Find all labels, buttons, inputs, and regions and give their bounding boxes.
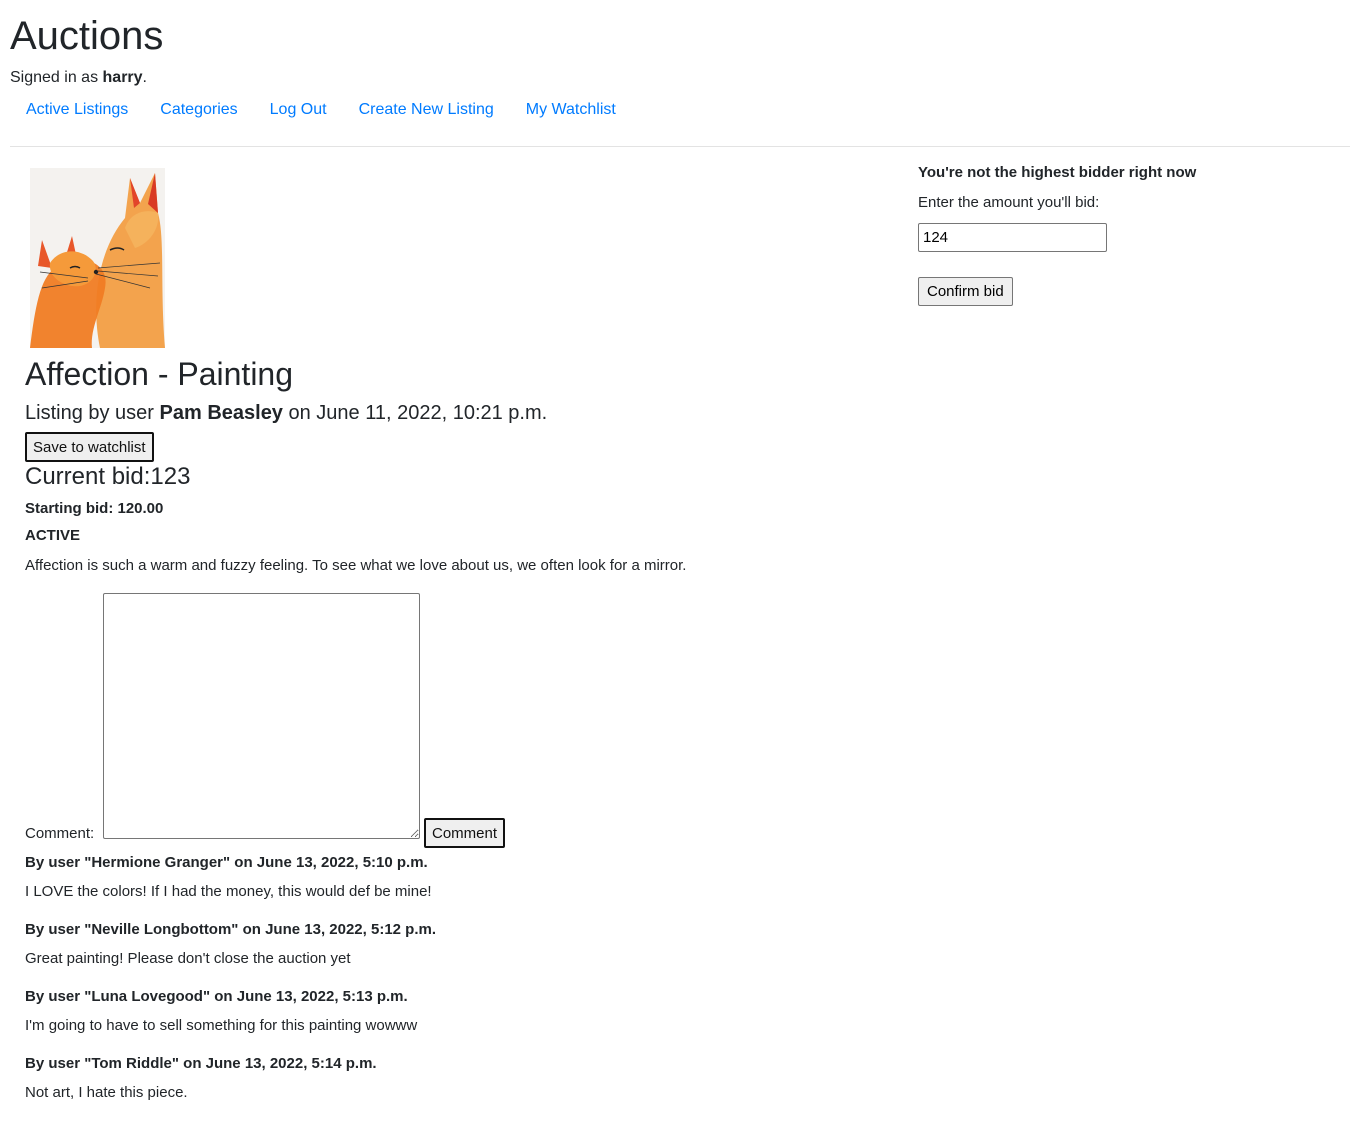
nav-create-listing[interactable]: Create New Listing bbox=[343, 100, 510, 120]
comment-date: on June 13, 2022, 5:10 p.m. bbox=[230, 854, 428, 871]
signed-in-suffix: . bbox=[142, 69, 147, 86]
listing-title: Affection - Painting bbox=[25, 356, 294, 392]
comment-text: Not art, I hate this piece. bbox=[25, 1084, 188, 1101]
comment-item: By user "Tom Riddle" on June 13, 2022, 5… bbox=[25, 1054, 825, 1103]
nav-active-listings[interactable]: Active Listings bbox=[10, 100, 144, 120]
comment-user: "Tom Riddle" bbox=[84, 1055, 179, 1072]
nav-my-watchlist[interactable]: My Watchlist bbox=[510, 100, 632, 120]
nav-log-out[interactable]: Log Out bbox=[254, 100, 343, 120]
listing-author: Pam Beasley bbox=[159, 402, 283, 424]
comment-date: on June 13, 2022, 5:14 p.m. bbox=[178, 1055, 377, 1072]
comment-user: "Luna Lovegood" bbox=[84, 988, 211, 1005]
comment-text: Great painting! Please don't close the a… bbox=[25, 950, 351, 967]
comment-date: on June 13, 2022, 5:13 p.m. bbox=[210, 988, 408, 1005]
listing-status: ACTIVE bbox=[25, 527, 81, 544]
listing-image bbox=[30, 168, 165, 348]
comment-text: I'm going to have to sell something for … bbox=[25, 1017, 418, 1034]
listing-date: on June 11, 2022, 10:21 p.m. bbox=[282, 402, 548, 424]
comment-date: on June 13, 2022, 5:12 p.m. bbox=[238, 921, 437, 938]
nav-categories[interactable]: Categories bbox=[144, 100, 253, 120]
signed-in-status: Signed in as harry. bbox=[10, 68, 147, 88]
main-nav: Active Listings Categories Log Out Creat… bbox=[10, 100, 632, 120]
comment-header: By user "Tom Riddle" on June 13, 2022, 5… bbox=[25, 1054, 825, 1074]
comment-header: By user "Hermione Granger" on June 13, 2… bbox=[25, 853, 825, 873]
bid-amount-label: Enter the amount you'll bid: bbox=[918, 194, 1100, 211]
comment-item: By user "Luna Lovegood" on June 13, 2022… bbox=[25, 987, 825, 1036]
comment-item: By user "Hermione Granger" on June 13, 2… bbox=[25, 853, 825, 902]
comment-header: By user "Luna Lovegood" on June 13, 2022… bbox=[25, 987, 825, 1007]
comment-prefix: By user bbox=[25, 988, 85, 1005]
bid-amount-input[interactable] bbox=[918, 223, 1107, 252]
comment-user: "Neville Longbottom" bbox=[84, 921, 239, 938]
comment-user: "Hermione Granger" bbox=[84, 854, 231, 871]
comment-input[interactable] bbox=[103, 593, 420, 839]
header-divider bbox=[10, 146, 1350, 147]
current-username: harry bbox=[102, 69, 143, 86]
listing-by-prefix: Listing by user bbox=[25, 402, 160, 424]
bid-status-message: You're not the highest bidder right now bbox=[918, 164, 1197, 181]
comment-prefix: By user bbox=[25, 921, 85, 938]
save-to-watchlist-button[interactable]: Save to watchlist bbox=[25, 432, 154, 462]
current-bid: Current bid:123 bbox=[25, 463, 191, 490]
comment-label: Comment: bbox=[25, 825, 95, 842]
listing-author-line: Listing by user Pam Beasley on June 11, … bbox=[25, 400, 547, 426]
listing-description: Affection is such a warm and fuzzy feeli… bbox=[25, 557, 687, 574]
site-title: Auctions bbox=[10, 14, 164, 58]
comment-header: By user "Neville Longbottom" on June 13,… bbox=[25, 920, 825, 940]
signed-in-prefix: Signed in as bbox=[10, 69, 103, 86]
comments-list: By user "Hermione Granger" on June 13, 2… bbox=[25, 853, 825, 1121]
comment-submit-button[interactable]: Comment bbox=[424, 818, 506, 848]
starting-bid: Starting bid: 120.00 bbox=[25, 500, 164, 517]
comment-item: By user "Neville Longbottom" on June 13,… bbox=[25, 920, 825, 969]
confirm-bid-button[interactable]: Confirm bid bbox=[918, 277, 1013, 306]
comment-text: I LOVE the colors! If I had the money, t… bbox=[25, 883, 432, 900]
comment-prefix: By user bbox=[25, 854, 85, 871]
comment-prefix: By user bbox=[25, 1055, 85, 1072]
